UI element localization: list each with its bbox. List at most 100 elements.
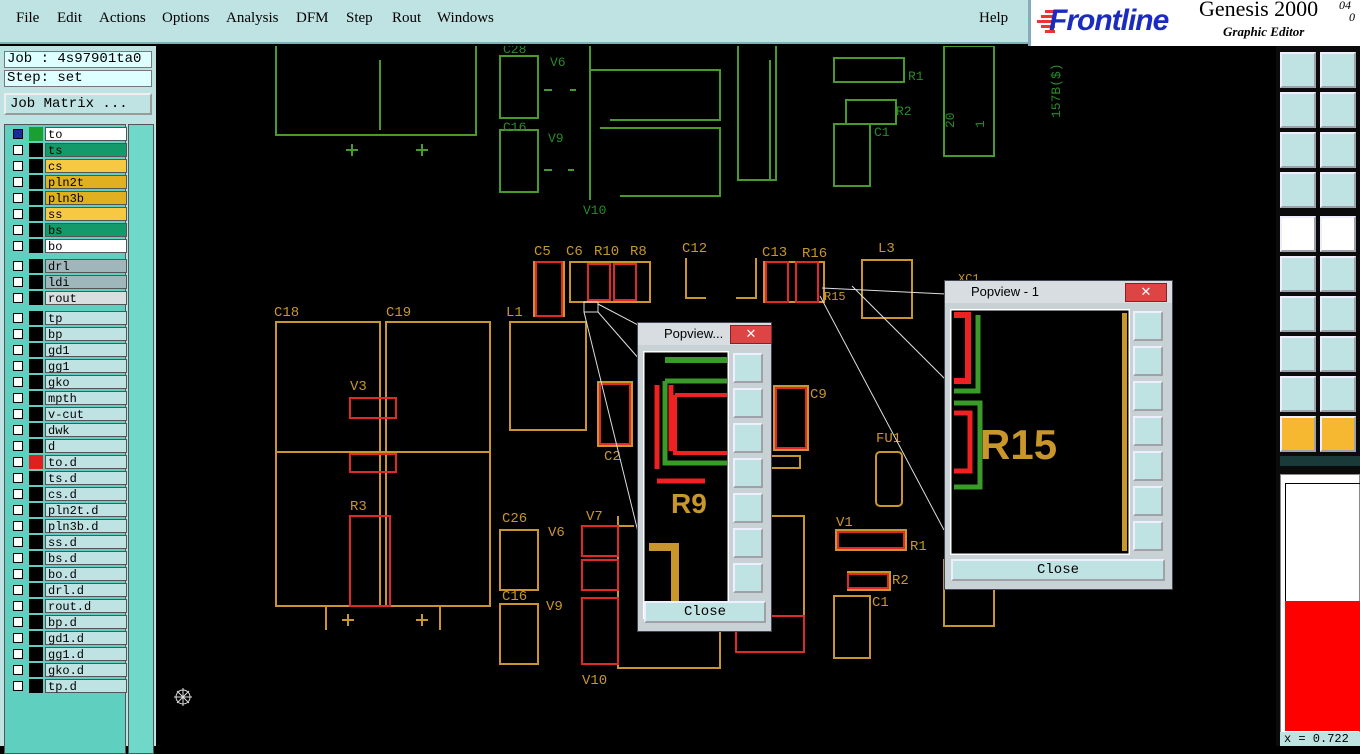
layer-name[interactable]: bs xyxy=(45,223,127,238)
layer-row[interactable]: bp.d xyxy=(9,615,127,630)
layer-checkbox[interactable] xyxy=(13,377,23,387)
layer-checkbox[interactable] xyxy=(13,649,23,659)
overview-window[interactable] xyxy=(1280,474,1360,734)
layer-name[interactable]: ts.d xyxy=(45,471,127,486)
popview-window-small[interactable]: Popview... ✕ R9 Close xyxy=(637,322,772,632)
layer-color-swatch[interactable] xyxy=(29,343,43,357)
layer-color-swatch[interactable] xyxy=(29,239,43,253)
layer-name[interactable]: gd1 xyxy=(45,343,127,358)
zoom-in-icon[interactable] xyxy=(1133,486,1163,516)
layer-checkbox[interactable] xyxy=(13,293,23,303)
layer-checkbox[interactable] xyxy=(13,161,23,171)
layer-list-scrollbar[interactable] xyxy=(128,124,154,754)
layer-checkbox[interactable] xyxy=(13,313,23,323)
layer-name[interactable]: tp.d xyxy=(45,679,127,694)
layer-name[interactable]: mpth xyxy=(45,391,127,406)
layer-name[interactable]: ts xyxy=(45,143,127,158)
layer-color-swatch[interactable] xyxy=(29,423,43,437)
layer-name[interactable]: tp xyxy=(45,311,127,326)
close-icon[interactable]: ✕ xyxy=(1125,283,1167,302)
layer-row[interactable]: gko xyxy=(9,375,127,390)
zoom-fit-icon[interactable] xyxy=(1280,132,1316,168)
layer-color-swatch[interactable] xyxy=(29,291,43,305)
layer-color-swatch[interactable] xyxy=(29,359,43,373)
layer-name[interactable]: drl.d xyxy=(45,583,127,598)
layer-checkbox[interactable] xyxy=(13,345,23,355)
layer-row[interactable]: rout xyxy=(9,291,127,306)
layer-checkbox[interactable] xyxy=(13,617,23,627)
point-icon[interactable] xyxy=(1280,336,1316,372)
layer-color-swatch[interactable] xyxy=(29,551,43,565)
layer-checkbox[interactable] xyxy=(13,129,23,139)
layer-name[interactable]: bs.d xyxy=(45,551,127,566)
layer-color-swatch[interactable] xyxy=(29,471,43,485)
layer-name[interactable]: pln2t xyxy=(45,175,127,190)
layer-row[interactable]: bp xyxy=(9,327,127,342)
layer-color-swatch[interactable] xyxy=(29,487,43,501)
layer-checkbox[interactable] xyxy=(13,457,23,467)
menu-rout[interactable]: Rout xyxy=(392,10,421,27)
layer-name[interactable]: bp.d xyxy=(45,615,127,630)
layer-checkbox[interactable] xyxy=(13,409,23,419)
layer-row[interactable]: ldi xyxy=(9,275,127,290)
zoom-left-icon[interactable] xyxy=(1280,92,1316,128)
select-feature-icon[interactable] xyxy=(1280,216,1316,252)
snap-icon[interactable] xyxy=(1320,172,1356,208)
layer-row[interactable]: cs.d xyxy=(9,487,127,502)
layer-row[interactable]: drl xyxy=(9,259,127,274)
layer-row[interactable]: gd1.d xyxy=(9,631,127,646)
layer-row[interactable]: pln2t xyxy=(9,175,127,190)
layer-color-swatch[interactable] xyxy=(29,127,43,141)
zoom-area-icon[interactable] xyxy=(1320,132,1356,168)
layer-checkbox[interactable] xyxy=(13,361,23,371)
pan-down-icon[interactable] xyxy=(733,423,763,453)
layer-name[interactable]: pln2t.d xyxy=(45,503,127,518)
layer-row[interactable]: rout.d xyxy=(9,599,127,614)
layer-checkbox[interactable] xyxy=(13,665,23,675)
minus-icon[interactable] xyxy=(1320,336,1356,372)
layer-checkbox[interactable] xyxy=(13,209,23,219)
layer-color-swatch[interactable] xyxy=(29,327,43,341)
layer-color-swatch[interactable] xyxy=(29,663,43,677)
layer-name[interactable]: bo.d xyxy=(45,567,127,582)
layer-color-swatch[interactable] xyxy=(29,259,43,273)
layer-color-swatch[interactable] xyxy=(29,175,43,189)
fit-icon[interactable] xyxy=(1133,311,1163,341)
draw-line-icon[interactable] xyxy=(1320,216,1356,252)
layer-checkbox[interactable] xyxy=(13,441,23,451)
layer-name[interactable]: gg1.d xyxy=(45,647,127,662)
node-icon[interactable] xyxy=(1280,256,1316,292)
menu-step[interactable]: Step xyxy=(346,10,373,27)
layer-row[interactable]: to xyxy=(9,127,127,142)
layer-row[interactable]: pln3b xyxy=(9,191,127,206)
layer-name[interactable]: dwk xyxy=(45,423,127,438)
layer-checkbox[interactable] xyxy=(13,537,23,547)
layer-row[interactable]: dwk xyxy=(9,423,127,438)
layer-name[interactable]: gg1 xyxy=(45,359,127,374)
pointer-alt-icon[interactable] xyxy=(1320,416,1356,452)
layer-name[interactable]: to.d xyxy=(45,455,127,470)
layer-name[interactable]: bp xyxy=(45,327,127,342)
layer-name[interactable]: bo xyxy=(45,239,127,254)
popview-small-close-button[interactable]: Close xyxy=(644,601,766,623)
layer-row[interactable]: d xyxy=(9,439,127,454)
layer-color-swatch[interactable] xyxy=(29,679,43,693)
layer-checkbox[interactable] xyxy=(13,473,23,483)
zoom-down-icon[interactable] xyxy=(1320,52,1356,88)
menu-edit[interactable]: Edit xyxy=(57,10,82,27)
layer-name[interactable]: v-cut xyxy=(45,407,127,422)
layer-checkbox[interactable] xyxy=(13,241,23,251)
layer-name[interactable]: ldi xyxy=(45,275,127,290)
layer-color-swatch[interactable] xyxy=(29,567,43,581)
layer-color-swatch[interactable] xyxy=(29,275,43,289)
layer-color-swatch[interactable] xyxy=(29,647,43,661)
layer-checkbox[interactable] xyxy=(13,393,23,403)
layer-row[interactable]: gd1 xyxy=(9,343,127,358)
layer-row[interactable]: pln2t.d xyxy=(9,503,127,518)
pan-right-icon[interactable] xyxy=(733,493,763,523)
menu-help[interactable]: Help xyxy=(979,10,1008,27)
layer-row[interactable]: tp.d xyxy=(9,679,127,694)
layer-row[interactable]: drl.d xyxy=(9,583,127,598)
layer-name[interactable]: rout xyxy=(45,291,127,306)
layer-checkbox[interactable] xyxy=(13,569,23,579)
